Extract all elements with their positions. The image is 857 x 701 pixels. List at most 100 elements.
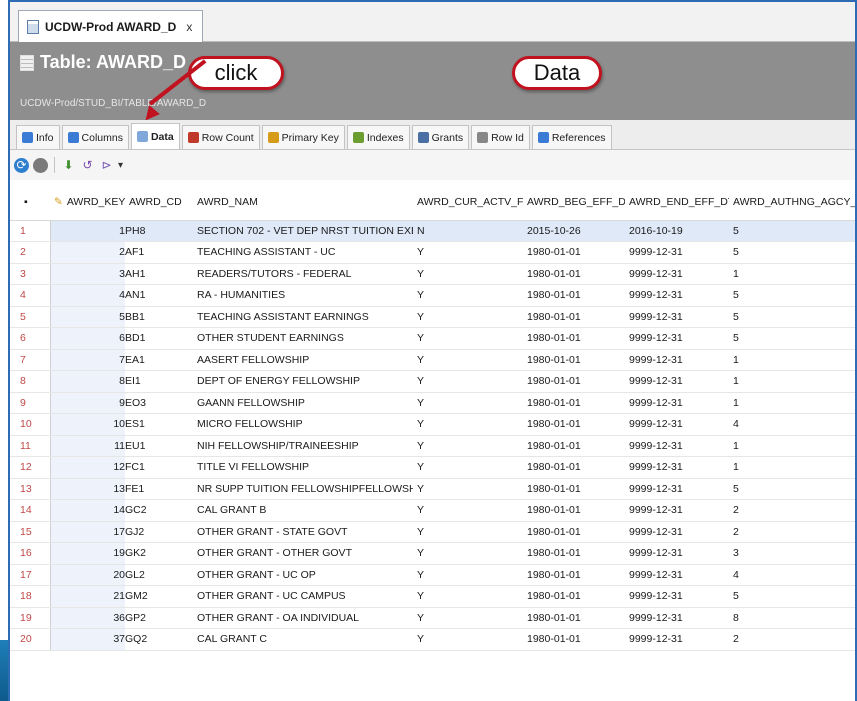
cell-awrd-end-eff-dt[interactable]: 9999-12-31 xyxy=(625,370,729,393)
cell-awrd-beg-eff-dt[interactable]: 1980-01-01 xyxy=(523,349,625,371)
tab-grants[interactable]: Grants xyxy=(411,125,470,149)
cell-awrd-beg-eff-dt[interactable]: 1980-01-01 xyxy=(523,413,625,436)
cell-awrd-cur-actv-fl[interactable]: Y xyxy=(413,392,523,414)
row-number[interactable]: 4 xyxy=(10,284,51,307)
cell-awrd-cur-actv-fl[interactable]: Y xyxy=(413,241,523,264)
cell-awrd-key[interactable]: 11 xyxy=(50,435,125,457)
cell-awrd-authng-agcy-cd[interactable]: 4 xyxy=(729,413,855,436)
cell-awrd-cd[interactable]: EI1 xyxy=(125,370,193,393)
cell-awrd-nam[interactable]: OTHER GRANT - UC OP xyxy=(193,564,413,586)
close-icon[interactable]: x xyxy=(186,20,192,34)
cell-awrd-end-eff-dt[interactable]: 9999-12-31 xyxy=(625,456,729,479)
table-row[interactable]: 10 10 ES1 MICRO FELLOWSHIP Y 1980-01-01 9999-1… xyxy=(10,413,855,436)
cell-awrd-key[interactable]: 36 xyxy=(50,607,125,629)
cell-awrd-authng-agcy-cd[interactable]: 8 xyxy=(729,607,855,629)
cell-awrd-cd[interactable]: FC1 xyxy=(125,456,193,479)
cell-awrd-key[interactable]: 4 xyxy=(50,284,125,307)
cell-awrd-cd[interactable]: EO3 xyxy=(125,392,193,414)
column-header-awrd-end-eff-dt[interactable]: AWRD_END_EFF_DT xyxy=(625,184,729,221)
cell-awrd-cur-actv-fl[interactable]: Y xyxy=(413,263,523,285)
cell-awrd-beg-eff-dt[interactable]: 1980-01-01 xyxy=(523,241,625,264)
cell-awrd-key[interactable]: 8 xyxy=(50,370,125,393)
cell-awrd-cd[interactable]: GC2 xyxy=(125,499,193,522)
row-number[interactable]: 11 xyxy=(10,435,51,457)
row-number[interactable]: 15 xyxy=(10,521,51,543)
table-row[interactable]: 12 12 FC1 TITLE VI FELLOWSHIP Y 1980-01-01 999… xyxy=(10,456,855,479)
table-row[interactable]: 11 11 EU1 NIH FELLOWSHIP/TRAINEESHIP Y 1980-0… xyxy=(10,435,855,457)
tab-columns[interactable]: Columns xyxy=(61,125,129,149)
table-row[interactable]: 19 36 GP2 OTHER GRANT - OA INDIVIDUAL Y 1980-… xyxy=(10,607,855,629)
cell-awrd-key[interactable]: 19 xyxy=(50,542,125,565)
cell-awrd-cur-actv-fl[interactable]: Y xyxy=(413,306,523,328)
cell-awrd-beg-eff-dt[interactable]: 1980-01-01 xyxy=(523,263,625,285)
row-number[interactable]: 13 xyxy=(10,478,51,500)
cell-awrd-authng-agcy-cd[interactable]: 1 xyxy=(729,435,855,457)
cell-awrd-end-eff-dt[interactable]: 9999-12-31 xyxy=(625,413,729,436)
cell-awrd-end-eff-dt[interactable]: 9999-12-31 xyxy=(625,349,729,371)
cell-awrd-nam[interactable]: OTHER GRANT - UC CAMPUS xyxy=(193,585,413,608)
row-number[interactable]: 19 xyxy=(10,607,51,629)
cell-awrd-key[interactable]: 12 xyxy=(50,456,125,479)
filter-icon[interactable]: ⊳ xyxy=(99,158,114,173)
cell-awrd-authng-agcy-cd[interactable]: 2 xyxy=(729,521,855,543)
cell-awrd-end-eff-dt[interactable]: 9999-12-31 xyxy=(625,585,729,608)
cell-awrd-nam[interactable]: MICRO FELLOWSHIP xyxy=(193,413,413,436)
cell-awrd-end-eff-dt[interactable]: 9999-12-31 xyxy=(625,241,729,264)
row-selector-header[interactable]: ▪ xyxy=(10,184,50,221)
cell-awrd-cd[interactable]: FE1 xyxy=(125,478,193,500)
document-tab[interactable]: UCDW-Prod AWARD_D x xyxy=(18,10,204,42)
row-number[interactable]: 10 xyxy=(10,413,51,436)
table-row[interactable]: 2 2 AF1 TEACHING ASSISTANT - UC Y 1980-01-01 9… xyxy=(10,241,855,264)
cell-awrd-nam[interactable]: GAANN FELLOWSHIP xyxy=(193,392,413,414)
cell-awrd-authng-agcy-cd[interactable]: 5 xyxy=(729,585,855,608)
cell-awrd-cd[interactable]: EA1 xyxy=(125,349,193,371)
table-row[interactable]: 13 13 FE1 NR SUPP TUITION FELLOWSHIPFELLOWS… xyxy=(10,478,855,500)
table-row[interactable]: 14 14 GC2 CAL GRANT B Y 1980-01-01 9999-12-31 2 xyxy=(10,499,855,522)
cell-awrd-authng-agcy-cd[interactable]: 1 xyxy=(729,370,855,393)
cell-awrd-end-eff-dt[interactable]: 9999-12-31 xyxy=(625,478,729,500)
cell-awrd-key[interactable]: 17 xyxy=(50,521,125,543)
cell-awrd-authng-agcy-cd[interactable]: 5 xyxy=(729,284,855,307)
cell-awrd-beg-eff-dt[interactable]: 1980-01-01 xyxy=(523,564,625,586)
cell-awrd-cur-actv-fl[interactable]: Y xyxy=(413,284,523,307)
cell-awrd-cur-actv-fl[interactable]: Y xyxy=(413,521,523,543)
column-header-awrd-cd[interactable]: AWRD_CD xyxy=(125,184,193,221)
cell-awrd-end-eff-dt[interactable]: 9999-12-31 xyxy=(625,564,729,586)
table-row[interactable]: 18 21 GM2 OTHER GRANT - UC CAMPUS Y 1980-01-0… xyxy=(10,585,855,608)
cell-awrd-nam[interactable]: NIH FELLOWSHIP/TRAINEESHIP xyxy=(193,435,413,457)
row-number[interactable]: 16 xyxy=(10,542,51,565)
cell-awrd-authng-agcy-cd[interactable]: 5 xyxy=(729,327,855,350)
tab-row-id[interactable]: Row Id xyxy=(471,125,530,149)
cell-awrd-end-eff-dt[interactable]: 9999-12-31 xyxy=(625,628,729,651)
cell-awrd-end-eff-dt[interactable]: 9999-12-31 xyxy=(625,521,729,543)
table-row[interactable]: 9 9 EO3 GAANN FELLOWSHIP Y 1980-01-01 9999-12-… xyxy=(10,392,855,414)
table-row[interactable]: 4 4 AN1 RA - HUMANITIES Y 1980-01-01 9999-12-3… xyxy=(10,284,855,307)
cell-awrd-nam[interactable]: DEPT OF ENERGY FELLOWSHIP xyxy=(193,370,413,393)
cell-awrd-nam[interactable]: OTHER STUDENT EARNINGS xyxy=(193,327,413,350)
cell-awrd-nam[interactable]: OTHER GRANT - OA INDIVIDUAL xyxy=(193,607,413,629)
cell-awrd-cur-actv-fl[interactable]: Y xyxy=(413,564,523,586)
tab-row-count[interactable]: Row Count xyxy=(181,125,260,149)
cell-awrd-end-eff-dt[interactable]: 9999-12-31 xyxy=(625,327,729,350)
tab-info[interactable]: Info xyxy=(16,125,60,149)
cell-awrd-nam[interactable]: OTHER GRANT - STATE GOVT xyxy=(193,521,413,543)
row-number[interactable]: 18 xyxy=(10,585,51,608)
cell-awrd-beg-eff-dt[interactable]: 1980-01-01 xyxy=(523,542,625,565)
row-number[interactable]: 1 xyxy=(10,220,51,242)
cell-awrd-cur-actv-fl[interactable]: Y xyxy=(413,349,523,371)
cell-awrd-cd[interactable]: BB1 xyxy=(125,306,193,328)
cell-awrd-cd[interactable]: GK2 xyxy=(125,542,193,565)
cell-awrd-beg-eff-dt[interactable]: 1980-01-01 xyxy=(523,628,625,651)
cell-awrd-cur-actv-fl[interactable]: Y xyxy=(413,370,523,393)
cell-awrd-key[interactable]: 2 xyxy=(50,241,125,264)
row-number[interactable]: 8 xyxy=(10,370,51,393)
table-row[interactable]: 16 19 GK2 OTHER GRANT - OTHER GOVT Y 1980-01-… xyxy=(10,542,855,565)
cell-awrd-end-eff-dt[interactable]: 2016-10-19 xyxy=(625,220,729,242)
cell-awrd-beg-eff-dt[interactable]: 1980-01-01 xyxy=(523,607,625,629)
cell-awrd-key[interactable]: 1 xyxy=(50,220,125,242)
cell-awrd-cur-actv-fl[interactable]: Y xyxy=(413,607,523,629)
cell-awrd-nam[interactable]: SECTION 702 - VET DEP NRST TUITION EXEMP xyxy=(193,220,413,242)
table-row[interactable]: 17 20 GL2 OTHER GRANT - UC OP Y 1980-01-01 999… xyxy=(10,564,855,586)
cell-awrd-key[interactable]: 7 xyxy=(50,349,125,371)
cell-awrd-nam[interactable]: TITLE VI FELLOWSHIP xyxy=(193,456,413,479)
